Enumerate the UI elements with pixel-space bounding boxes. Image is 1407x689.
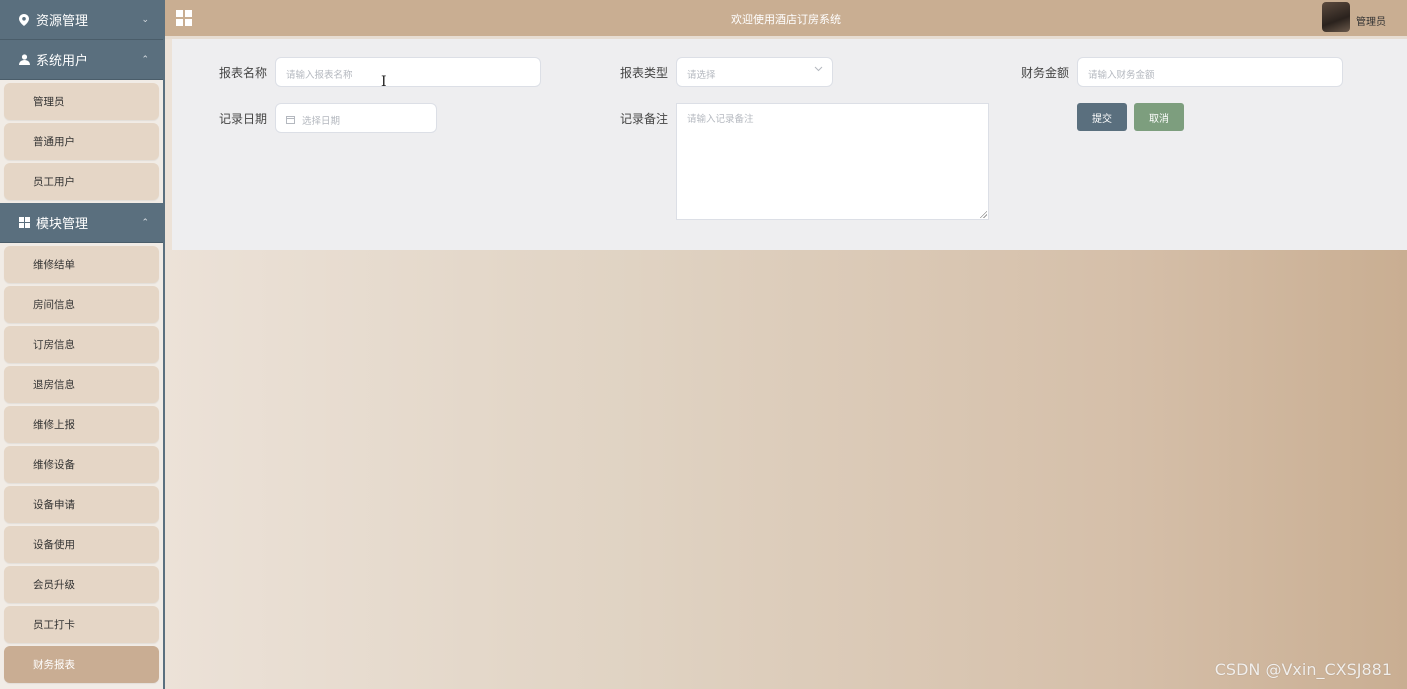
- sidebar-item-normal-user[interactable]: 普通用户: [4, 123, 159, 160]
- sidebar-item-staff-clock-in[interactable]: 员工打卡: [4, 606, 159, 643]
- location-pin-icon: [18, 13, 30, 26]
- sidebar-item-booking-info[interactable]: 订房信息: [4, 326, 159, 363]
- resize-handle-icon[interactable]: [979, 210, 987, 218]
- top-bar: 欢迎使用酒店订房系统 管理员: [165, 0, 1407, 39]
- amount-input[interactable]: 请输入财务金额: [1077, 57, 1343, 87]
- sidebar-item-staff-user[interactable]: 员工用户: [4, 163, 159, 200]
- cancel-button[interactable]: 取消: [1134, 103, 1184, 131]
- sidebar-item-equipment-usage[interactable]: 设备使用: [4, 526, 159, 563]
- record-date-placeholder: 选择日期: [302, 116, 341, 127]
- watermark: CSDN @Vxin_CXSJ881: [1214, 660, 1392, 679]
- text-cursor-icon: I: [381, 74, 387, 90]
- grid-icon: [18, 217, 30, 229]
- report-name-input[interactable]: 请输入报表名称: [275, 57, 541, 87]
- menu-group-users-label: 系统用户: [36, 54, 89, 69]
- sidebar-item-equipment-request[interactable]: 设备申请: [4, 486, 159, 523]
- record-date-label: 记录日期: [219, 112, 268, 126]
- record-note-label: 记录备注: [620, 112, 669, 126]
- calendar-icon: [286, 115, 295, 127]
- menu-group-resource-label: 资源管理: [36, 14, 89, 29]
- record-date-picker[interactable]: 选择日期: [275, 103, 437, 133]
- chevron-up-icon: ⌃: [141, 54, 149, 65]
- record-note-textarea[interactable]: 请输入记录备注: [676, 103, 989, 220]
- amount-placeholder: 请输入财务金额: [1088, 70, 1155, 81]
- amount-label: 财务金额: [1021, 66, 1070, 80]
- page-title: 欢迎使用酒店订房系统: [731, 13, 841, 26]
- sidebar-item-finance-report[interactable]: 财务报表: [4, 646, 159, 683]
- user-icon: [18, 54, 30, 66]
- menu-group-modules-label: 模块管理: [36, 217, 89, 232]
- report-type-select[interactable]: 请选择: [676, 57, 833, 87]
- sidebar-item-repair-report[interactable]: 维修上报: [4, 406, 159, 443]
- form-panel: 报表名称 请输入报表名称 报表类型 请选择 财务金额 请输入财务金额 记录日期 …: [172, 39, 1407, 250]
- menu-group-resource[interactable]: 资源管理 ⌄: [0, 0, 163, 40]
- sidebar-item-room-info[interactable]: 房间信息: [4, 286, 159, 323]
- sidebar-item-repair-equipment[interactable]: 维修设备: [4, 446, 159, 483]
- menu-group-users[interactable]: 系统用户 ⌃: [0, 40, 163, 80]
- chevron-down-icon: ⌄: [141, 14, 149, 25]
- report-name-placeholder: 请输入报表名称: [286, 70, 353, 81]
- sidebar-item-member-upgrade[interactable]: 会员升级: [4, 566, 159, 603]
- sidebar-item-checkout-info[interactable]: 退房信息: [4, 366, 159, 403]
- username[interactable]: 管理员: [1356, 13, 1386, 28]
- submit-button[interactable]: 提交: [1077, 103, 1127, 131]
- menu-group-modules[interactable]: 模块管理 ⌃: [0, 203, 163, 243]
- record-note-placeholder: 请输入记录备注: [687, 114, 754, 125]
- sidebar: 资源管理 ⌄ 系统用户 ⌃ 管理员 普通用户 员工用户 模块管理 ⌃ 维修结单 …: [0, 0, 165, 689]
- sidebar-item-repair-close[interactable]: 维修结单: [4, 246, 159, 283]
- chevron-down-icon: [814, 64, 823, 75]
- avatar[interactable]: [1322, 2, 1350, 32]
- report-name-label: 报表名称: [219, 66, 268, 80]
- report-type-label: 报表类型: [620, 66, 669, 80]
- report-type-placeholder: 请选择: [687, 70, 716, 81]
- sidebar-item-admin[interactable]: 管理员: [4, 83, 159, 120]
- chevron-up-icon: ⌃: [141, 217, 149, 228]
